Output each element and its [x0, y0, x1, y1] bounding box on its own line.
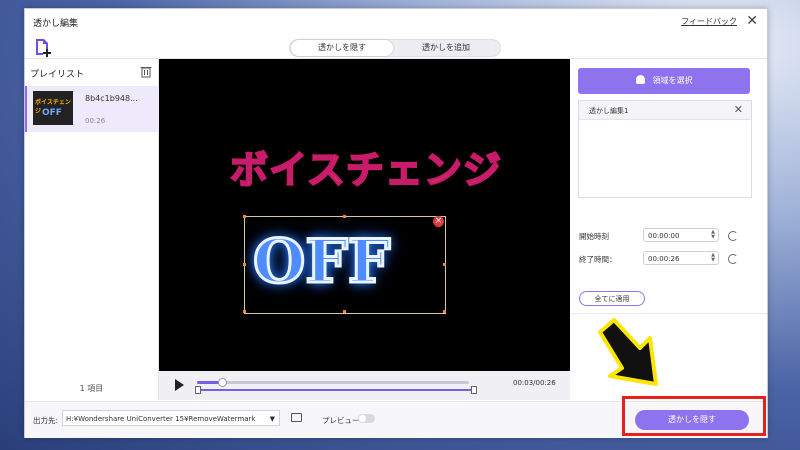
trim-end-handle[interactable]	[471, 386, 477, 394]
resize-handle[interactable]	[243, 263, 246, 266]
tab-add-watermark[interactable]: 透かしを追加	[394, 40, 498, 56]
region-list: 透かし編集1 ✕	[578, 100, 752, 198]
region-entry[interactable]: 透かし編集1 ✕	[579, 101, 751, 120]
title-bar: 透かし編集 フィードバック ✕	[25, 9, 767, 35]
close-icon[interactable]: ✕	[746, 13, 758, 29]
chevron-down-icon: ▼	[269, 415, 275, 423]
start-time-field[interactable]: 00:00:00 ▲ ▼	[643, 228, 719, 242]
trash-icon[interactable]	[140, 65, 152, 78]
apply-all-button[interactable]: 全てに適用	[579, 291, 645, 306]
playhead-handle[interactable]	[218, 378, 228, 387]
playlist-label: プレイリスト	[30, 70, 85, 80]
play-icon[interactable]	[175, 379, 184, 391]
thumbnail-text-line2: OFF	[42, 108, 62, 118]
resize-handle[interactable]	[443, 263, 446, 266]
video-thumbnail: ボイスチェンジ OFF	[33, 91, 73, 125]
resize-handle[interactable]	[443, 310, 446, 313]
person-icon	[635, 75, 645, 84]
spinner-icon[interactable]: ▲ ▼	[711, 253, 715, 263]
start-time-value: 00:00:00	[648, 232, 680, 240]
file-duration: 00:26	[85, 117, 106, 125]
start-time-label: 開始時刻	[579, 232, 609, 241]
window-title: 透かし編集	[33, 19, 79, 29]
mode-toggle: 透かしを隠す 透かしを追加	[289, 39, 501, 57]
player-controls: 00:03/00:26	[159, 371, 570, 400]
panel-divider	[571, 313, 767, 314]
end-time-label: 終了時間：	[579, 255, 617, 264]
resize-handle[interactable]	[243, 310, 246, 313]
feedback-link[interactable]: フィードバック	[681, 16, 737, 27]
region-title: 透かし編集1	[589, 107, 629, 115]
folder-icon[interactable]	[291, 413, 302, 422]
output-label: 出力先:	[33, 416, 59, 425]
delete-region-icon[interactable]: ✕	[734, 103, 743, 116]
resize-handle[interactable]	[343, 215, 346, 218]
reset-start-icon[interactable]	[728, 231, 738, 241]
spinner-icon[interactable]: ▲ ▼	[711, 230, 715, 240]
select-region-label: 領域を選択	[652, 76, 693, 85]
reset-end-icon[interactable]	[728, 254, 738, 264]
add-file-icon[interactable]	[33, 37, 53, 57]
timeline-track[interactable]	[197, 378, 469, 387]
select-region-button[interactable]: 領域を選択	[578, 68, 750, 94]
file-name: 8b4c1b948...	[85, 94, 138, 103]
remove-selection-icon[interactable]: ×	[433, 216, 444, 227]
item-count: 1 項目	[79, 384, 104, 393]
watermark-selection-box[interactable]	[243, 215, 446, 314]
preview-label: プレビュー	[322, 416, 360, 425]
video-preview: ボイスチェンジ OFF ×	[159, 59, 570, 371]
resize-handle[interactable]	[343, 310, 346, 313]
resize-handle[interactable]	[243, 215, 246, 218]
annotation-arrow-icon	[598, 318, 658, 386]
time-readout: 00:03/00:26	[513, 379, 556, 387]
end-time-value: 00:00:26	[648, 255, 680, 263]
video-caption-line1: ボイスチェンジ	[229, 147, 502, 193]
end-time-field[interactable]: 00:00:26 ▲ ▼	[643, 251, 719, 265]
tab-remove-watermark[interactable]: 透かしを隠す	[291, 40, 393, 56]
trim-range	[195, 386, 477, 394]
annotation-highlight-box	[622, 396, 766, 436]
playlist-sidebar: プレイリスト ボイスチェンジ OFF 8b4c1b948... 00:26 1 …	[25, 59, 160, 400]
trim-start-handle[interactable]	[195, 386, 201, 394]
output-path-value: H:¥Wondershare UniConverter 15¥RemoveWat…	[66, 415, 256, 423]
playlist-item[interactable]: ボイスチェンジ OFF 8b4c1b948... 00:26	[25, 86, 160, 132]
output-path-select[interactable]: H:¥Wondershare UniConverter 15¥RemoveWat…	[62, 410, 280, 426]
preview-toggle[interactable]	[358, 414, 375, 423]
